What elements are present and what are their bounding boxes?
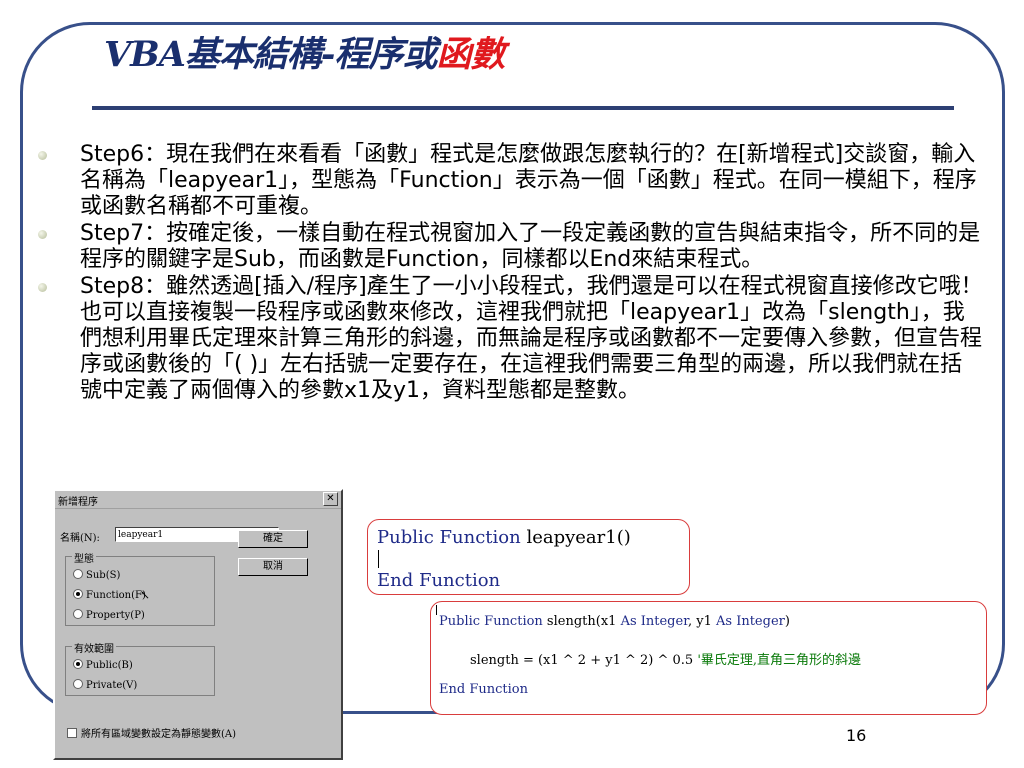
code-line: slength = (x1 ^ 2 + y1 ^ 2) ^ 0.5 '畢氏定理,… — [470, 649, 861, 668]
radio-icon — [73, 679, 83, 689]
slide-title-main: VBA基本結構-程序或 — [104, 34, 437, 75]
code-snippet-leapyear: Public Function leapyear1() End Function — [367, 519, 690, 595]
code-text: slength(x1 — [542, 614, 621, 629]
radio-label: Sub(S) — [86, 570, 121, 581]
bullet-text: Step8：雖然透過[插入/程序]產生了一小小段程式，我們還是可以在程式視窗直接… — [80, 274, 983, 403]
dialog-title: 新增程序 — [58, 497, 98, 508]
bullet-text: Step7：按確定後，一樣自動在程式視窗加入了一段定義函數的宣告與結束指令，所不… — [80, 221, 981, 272]
radio-selected-icon — [73, 589, 83, 599]
bullet-dot-icon — [38, 230, 47, 239]
type-group-label: 型態 — [72, 550, 96, 565]
code-snippet-slength: Public Function slength(x1 As Integer, y… — [430, 601, 987, 715]
checkbox-label: 將所有區域變數設定為靜態變數(A) — [81, 729, 237, 740]
code-text: leapyear1() — [520, 527, 631, 548]
code-line: End Function — [439, 682, 528, 697]
code-comment: '畢氏定理,直角三角形的斜邊 — [697, 653, 862, 668]
code-keyword: As Integer — [716, 614, 785, 629]
code-text: ) — [784, 614, 790, 629]
bullet-dot-icon — [38, 151, 47, 160]
radio-selected-icon — [73, 659, 83, 669]
ok-button[interactable]: 確定 — [238, 530, 308, 548]
checkbox-icon — [67, 728, 77, 738]
bullet-item-step8: Step8：雖然透過[插入/程序]產生了一小小段程式，我們還是可以在程式視窗直接… — [38, 274, 983, 404]
radio-icon — [73, 569, 83, 579]
slide-title: VBA基本結構-程序或函數 — [104, 26, 505, 77]
radio-private[interactable]: Private(V) — [73, 679, 137, 691]
radio-label: Function(F) — [86, 590, 146, 601]
radio-function[interactable]: Function(F) — [73, 589, 146, 601]
bullet-item-step6: Step6：現在我們在來看看「函數」程式是怎麼做跟怎麼執行的？在[新增程式]交談… — [38, 142, 983, 220]
scope-group-label: 有效範圍 — [72, 640, 116, 655]
bullet-item-step7: Step7：按確定後，一樣自動在程式視窗加入了一段定義函數的宣告與結束指令，所不… — [38, 221, 983, 273]
static-vars-checkbox[interactable]: 將所有區域變數設定為靜態變數(A) — [67, 725, 236, 740]
dialog-titlebar: 新增程序 ✕ — [55, 491, 341, 509]
code-line: End Function — [377, 570, 501, 591]
radio-label: Property(P) — [86, 610, 145, 621]
code-text: , y1 — [687, 614, 716, 629]
code-line: Public Function slength(x1 As Integer, y… — [439, 614, 790, 629]
scope-group: 有效範圍 Public(B) Private(V) — [65, 640, 215, 696]
name-label: 名稱(N): — [60, 533, 100, 544]
title-underline — [92, 106, 954, 110]
page-number: 16 — [846, 726, 867, 745]
radio-public[interactable]: Public(B) — [73, 659, 133, 671]
code-keyword: Public Function — [439, 614, 543, 629]
radio-property[interactable]: Property(P) — [73, 609, 145, 621]
code-keyword: As Integer — [620, 614, 688, 629]
text-caret — [436, 605, 437, 615]
radio-icon — [73, 609, 83, 619]
code-line: Public Function leapyear1() — [377, 527, 631, 548]
code-keyword: Public Function — [377, 527, 521, 548]
mouse-pointer-icon: ↖ — [140, 588, 151, 602]
cancel-button[interactable]: 取消 — [238, 558, 308, 576]
new-procedure-dialog: 新增程序 ✕ 名稱(N): leapyear1 確定 取消 型態 Sub(S) … — [53, 489, 343, 760]
radio-sub[interactable]: Sub(S) — [73, 569, 120, 581]
slide-title-accent: 函數 — [436, 34, 505, 75]
text-caret — [378, 550, 379, 568]
radio-label: Private(V) — [86, 680, 138, 691]
code-text: slength = (x1 ^ 2 + y1 ^ 2) ^ 0.5 — [470, 653, 698, 668]
radio-label: Public(B) — [86, 660, 133, 671]
close-icon[interactable]: ✕ — [323, 492, 338, 506]
bullet-list: Step6：現在我們在來看看「函數」程式是怎麼做跟怎麼執行的？在[新增程式]交談… — [38, 142, 983, 405]
bullet-text: Step6：現在我們在來看看「函數」程式是怎麼做跟怎麼執行的？在[新增程式]交談… — [80, 142, 977, 219]
bullet-dot-icon — [38, 283, 47, 292]
